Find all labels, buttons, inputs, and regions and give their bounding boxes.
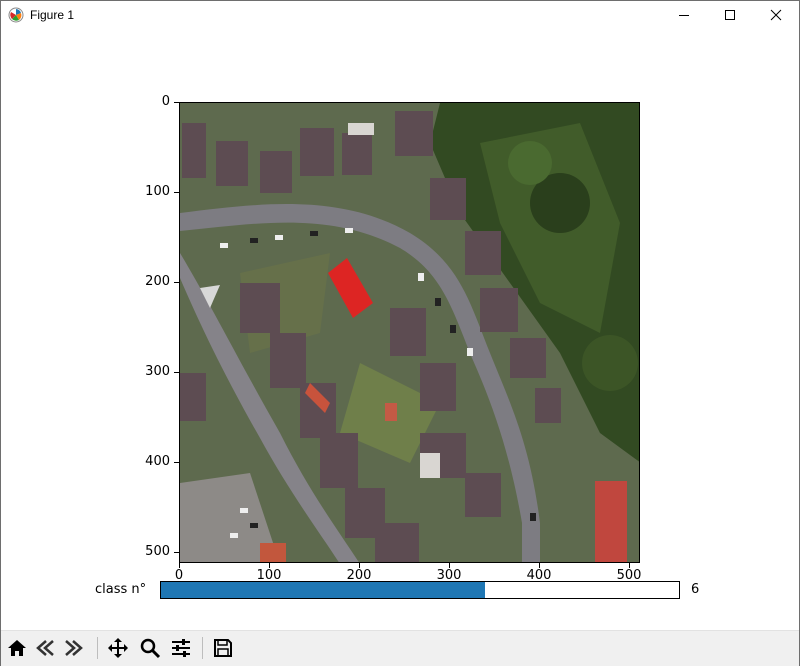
class-slider[interactable] [160,581,680,599]
slider-label: class n° [95,582,147,597]
y-tick-label: 0 [161,94,170,109]
y-tick-0 [174,102,179,103]
pan-icon [108,638,128,658]
home-button[interactable] [4,635,30,661]
zoom-icon [140,638,161,659]
home-icon [8,640,26,656]
configure-subplots-icon [172,639,190,657]
y-tick-100 [174,192,179,193]
slider-value: 6 [691,582,700,597]
save-button[interactable] [210,635,236,661]
maximize-icon [725,10,735,20]
save-icon [214,639,232,657]
close-icon [770,9,782,21]
toolbar-separator [97,637,98,659]
y-tick-500 [174,552,179,553]
zoom-button[interactable] [137,635,163,661]
y-tick-label: 100 [145,184,170,199]
minimize-icon [679,15,689,16]
image-axes[interactable] [179,102,640,563]
back-button[interactable] [32,635,58,661]
close-button[interactable] [753,1,799,29]
maximize-button[interactable] [707,1,753,29]
forward-arrow-icon [65,640,83,656]
figure-window: Figure 1 0 100 200 300 400 500 0 100 200… [0,0,800,666]
pan-button[interactable] [105,635,131,661]
y-tick-200 [174,282,179,283]
aerial-image [180,103,639,562]
configure-subplots-button[interactable] [168,635,194,661]
window-title: Figure 1 [30,8,75,22]
slider-fill[interactable] [161,582,485,598]
matplotlib-logo-icon [8,7,24,23]
forward-button[interactable] [61,635,87,661]
y-tick-label: 300 [145,364,170,379]
y-tick-label: 200 [145,274,170,289]
minimize-button[interactable] [661,1,707,29]
navigation-toolbar [1,630,799,666]
y-tick-300 [174,372,179,373]
title-bar[interactable]: Figure 1 [1,1,799,29]
y-tick-400 [174,462,179,463]
figure-canvas[interactable]: 0 100 200 300 400 500 0 100 200 300 400 … [1,29,799,629]
back-arrow-icon [36,640,54,656]
y-tick-label: 400 [145,454,170,469]
toolbar-separator [202,637,203,659]
y-tick-label: 500 [145,544,170,559]
